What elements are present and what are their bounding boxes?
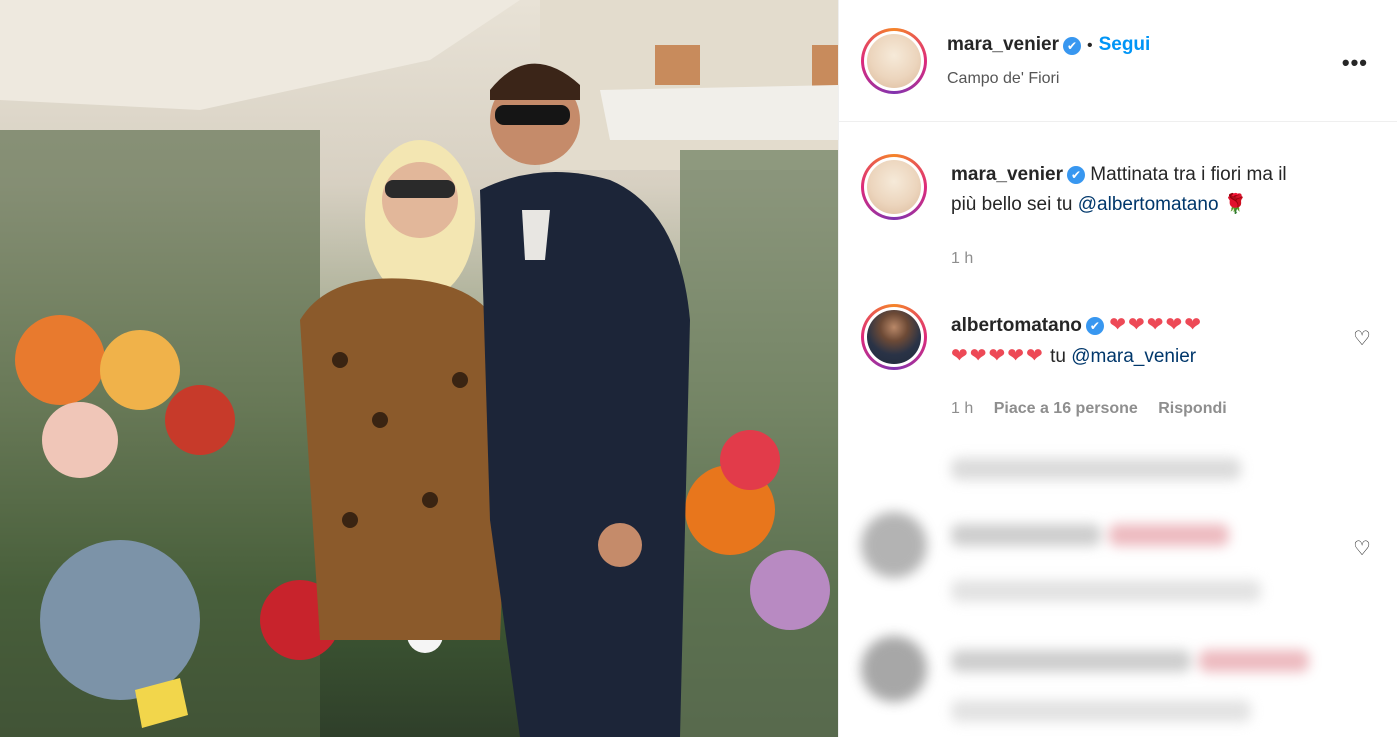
follow-button[interactable]: Segui [1099,34,1151,55]
blurred-line [951,650,1191,672]
heart-outline-icon[interactable]: ♡ [1353,536,1371,561]
comment-timestamp[interactable]: 1 h [951,400,973,417]
blurred-line [951,458,1241,480]
post-sidebar: mara_venier ✔ • Segui Campo de' Fiori ••• m… [838,0,1397,737]
blurred-comments [839,450,1397,737]
verified-badge-icon: ✔ [1062,36,1081,55]
author-avatar[interactable] [861,28,927,94]
blurred-line [1199,650,1309,672]
header-author-row: mara_venier ✔ • Segui [947,34,1150,56]
separator-dot: • [1086,37,1093,54]
hearts-emoji-line2: ❤❤❤❤❤ [951,345,1045,367]
verified-badge-icon: ✔ [1085,316,1104,335]
caption-author-username[interactable]: mara_venier [951,164,1063,185]
verified-badge-icon: ✔ [1066,165,1085,184]
blurred-avatar [861,512,927,578]
caption-mention-link[interactable]: @albertomatano [1078,194,1219,215]
comment-body: tu [1044,346,1072,367]
location-link[interactable]: Campo de' Fiori [947,70,1059,88]
caption-author-avatar[interactable] [861,154,927,220]
caption-block: mara_venier ✔ Mattinata tra i fiori ma il… [839,140,1397,280]
hearts-emoji-line1: ❤❤❤❤❤ [1109,314,1203,336]
post-header: mara_venier ✔ • Segui Campo de' Fiori ••• [839,0,1397,122]
comment-meta-row: 1 h Piace a 16 persone Rispondi [951,400,1227,418]
blurred-line [951,700,1251,722]
post-image[interactable] [0,0,838,737]
more-options-icon[interactable]: ••• [1342,50,1368,76]
blurred-avatar [861,636,927,702]
comment-text: albertomatano ✔ ❤❤❤❤❤ ❤❤❤❤❤ tu @mara_veni… [951,310,1351,372]
author-username[interactable]: mara_venier [947,34,1059,55]
comment-item: albertomatano ✔ ❤❤❤❤❤ ❤❤❤❤❤ tu @mara_veni… [839,300,1397,430]
blurred-line [1109,524,1229,546]
comment-likes-count[interactable]: Piace a 16 persone [994,400,1138,417]
comment-mention-link[interactable]: @mara_venier [1071,346,1196,367]
caption-line1: Mattinata tra i fiori ma il [1090,164,1287,185]
reply-button[interactable]: Rispondi [1158,400,1226,417]
heart-outline-icon[interactable]: ♡ [1353,326,1371,351]
flower-market-photo [0,0,838,737]
comment-author-username[interactable]: albertomatano [951,315,1082,336]
caption-line2: più bello sei tu [951,194,1078,215]
caption-text: mara_venier ✔ Mattinata tra i fiori ma il… [951,160,1371,220]
comment-author-avatar[interactable] [861,304,927,370]
caption-timestamp[interactable]: 1 h [951,250,973,268]
blurred-line [951,524,1101,546]
rose-emoji-icon: 🌹 [1223,194,1248,215]
blurred-line [951,580,1261,602]
